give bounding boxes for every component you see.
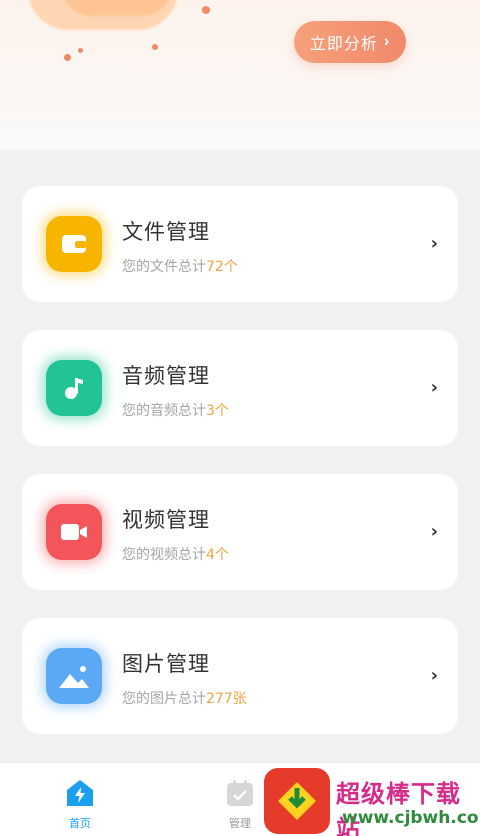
image-icon	[42, 644, 106, 708]
calendar-check-icon	[227, 780, 253, 806]
card-subtitle-prefix: 您的文件总计	[122, 259, 206, 275]
watermark-logo-icon	[264, 768, 330, 834]
analyze-now-label: 立即分析	[309, 36, 378, 53]
chevron-right-icon: ›	[430, 521, 438, 542]
decor-dot	[152, 44, 158, 50]
hero-illustration	[28, 0, 178, 30]
video-camera-icon	[42, 500, 106, 564]
music-note-icon	[42, 356, 106, 420]
category-card-video[interactable]: 视频管理 您的视频总计4个 ›	[22, 474, 458, 590]
decor-dot	[64, 54, 71, 61]
card-subtitle: 您的图片总计277张	[122, 688, 247, 708]
card-subtitle: 您的音频总计3个	[122, 400, 229, 420]
category-card-images[interactable]: 图片管理 您的图片总计277张 ›	[22, 618, 458, 734]
chevron-right-icon: ›	[383, 33, 391, 50]
analyze-now-button[interactable]: 立即分析 ›	[294, 21, 406, 63]
card-count: 277张	[206, 691, 247, 707]
card-subtitle-prefix: 您的图片总计	[122, 691, 206, 707]
home-lightning-icon	[67, 780, 93, 806]
card-count: 4个	[206, 547, 229, 563]
card-subtitle-prefix: 您的音频总计	[122, 403, 206, 419]
category-card-files[interactable]: 文件管理 您的文件总计72个 ›	[22, 186, 458, 302]
decor-dot	[78, 48, 83, 53]
card-subtitle: 您的文件总计72个	[122, 256, 238, 276]
card-title: 音频管理	[122, 364, 210, 388]
card-subtitle: 您的视频总计4个	[122, 544, 229, 564]
card-subtitle-prefix: 您的视频总计	[122, 547, 206, 563]
wallet-icon	[42, 212, 106, 276]
hero-banner: 立即分析 ›	[0, 0, 480, 150]
card-count: 72个	[206, 259, 238, 275]
category-card-audio[interactable]: 音频管理 您的音频总计3个 ›	[22, 330, 458, 446]
tab-manage-label: 管理	[229, 817, 251, 830]
watermark: 超级棒下载站 www.cjbwh.com	[264, 768, 480, 836]
watermark-url: www.cjbwh.com	[342, 808, 480, 828]
decor-dot	[202, 6, 210, 14]
tab-home[interactable]: 首页	[40, 777, 120, 831]
chevron-right-icon: ›	[430, 233, 438, 254]
chevron-right-icon: ›	[430, 377, 438, 398]
card-count: 3个	[206, 403, 229, 419]
tab-home-label: 首页	[69, 817, 91, 830]
card-title: 视频管理	[122, 508, 210, 532]
chevron-right-icon: ›	[430, 665, 438, 686]
card-title: 图片管理	[122, 652, 210, 676]
card-title: 文件管理	[122, 220, 210, 244]
